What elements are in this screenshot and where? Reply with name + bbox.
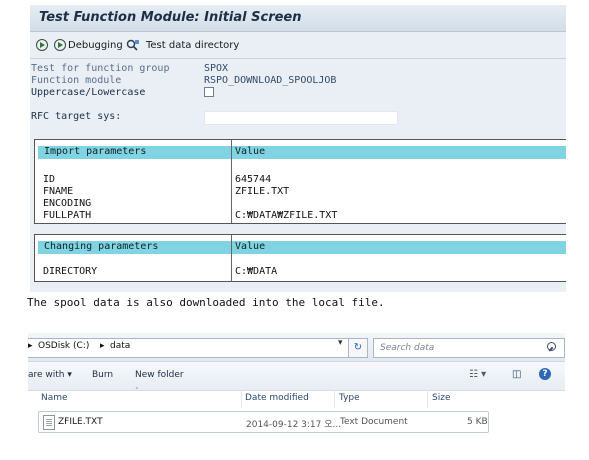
param-value-fullpath[interactable]: C:₩DATA₩ZFILE.TXT: [235, 210, 337, 221]
file-type: Text Document: [340, 417, 408, 427]
breadcrumb-folder[interactable]: data: [110, 341, 130, 351]
file-name: ZFILE.TXT: [58, 417, 103, 427]
param-value-directory[interactable]: C:₩DATA: [235, 266, 277, 277]
test-data-directory-button[interactable]: Test data directory: [126, 37, 239, 53]
file-size: 5 KB: [467, 417, 488, 427]
test-group-value[interactable]: SPOX: [204, 63, 228, 74]
burn-button[interactable]: Burn: [92, 370, 113, 380]
uppercase-label: Uppercase/Lowercase: [31, 87, 146, 98]
table-divider: [231, 140, 232, 223]
text-file-icon: [43, 415, 55, 430]
breadcrumb-separator-icon: ▸: [100, 341, 105, 351]
import-parameters-table: Import parameters Value ID 645744 FNAME …: [34, 139, 566, 224]
column-header-type[interactable]: Type: [339, 393, 360, 403]
debug-execute-icon: [54, 39, 66, 51]
function-module-value[interactable]: RSPO_DOWNLOAD_SPOOLJOB: [204, 75, 336, 86]
breadcrumb-disk[interactable]: OSDisk (C:): [38, 341, 89, 351]
test-data-icon: [126, 39, 139, 51]
uppercase-checkbox[interactable]: [204, 87, 214, 97]
share-with-button[interactable]: are with ▾: [28, 370, 72, 380]
help-icon[interactable]: ?: [539, 368, 551, 380]
debugging-button[interactable]: Debugging: [54, 37, 123, 53]
share-with-label: are with: [28, 370, 65, 380]
import-header-param: Import parameters: [44, 146, 147, 157]
rfc-target-input[interactable]: [204, 111, 398, 125]
refresh-icon: ↻: [353, 342, 363, 353]
import-table-header: Import parameters Value: [38, 146, 566, 159]
function-module-label: Function module: [31, 75, 122, 86]
view-options-icon[interactable]: ☷ ▾: [469, 369, 486, 380]
debugging-label: Debugging: [68, 39, 123, 51]
param-name-directory: DIRECTORY: [43, 266, 98, 277]
breadcrumb[interactable]: ▸ OSDisk (C:) ▸ data: [28, 338, 368, 358]
param-value-id[interactable]: 645744: [235, 174, 271, 185]
rfc-target-label: RFC target sys:: [31, 111, 122, 122]
search-icon[interactable]: [547, 342, 556, 351]
file-row[interactable]: ZFILE.TXT 2014-09-12 3:17 오... Text Docu…: [38, 411, 489, 433]
search-box: [373, 338, 565, 358]
column-separator[interactable]: [241, 390, 242, 408]
explorer-window: ▸ OSDisk (C:) ▸ data ▾ ↻ are with ▾ Burn…: [28, 333, 565, 453]
screen-title: Test Function Module: Initial Screen: [39, 10, 302, 25]
sap-window: Test Function Module: Initial Screen Deb…: [30, 5, 566, 292]
column-header-name[interactable]: Name: [41, 393, 68, 403]
column-header-size[interactable]: Size: [432, 393, 450, 403]
command-bar: are with ▾ Burn New folder ☷ ▾ ◫ ?: [28, 362, 565, 391]
column-header-date[interactable]: Date modified: [245, 393, 309, 403]
breadcrumb-separator-icon: ▸: [28, 341, 33, 351]
param-name-encoding: ENCODING: [43, 198, 92, 209]
changing-table-header: Changing parameters Value: [38, 241, 566, 254]
execute-button[interactable]: [36, 37, 50, 53]
changing-header-param: Changing parameters: [44, 241, 159, 252]
chevron-down-icon: ▾: [67, 370, 72, 380]
param-name-id: ID: [43, 174, 56, 185]
preview-pane-icon[interactable]: ◫: [512, 369, 521, 380]
new-folder-button[interactable]: New folder: [135, 370, 184, 380]
changing-header-value: Value: [235, 241, 266, 252]
sort-indicator-icon: ˄: [135, 387, 139, 395]
import-header-value: Value: [235, 146, 266, 157]
table-divider: [231, 235, 232, 281]
address-dropdown-icon[interactable]: ▾: [338, 338, 343, 348]
test-data-label: Test data directory: [146, 39, 240, 51]
changing-parameters-table: Changing parameters Value DIRECTORY C:₩D…: [34, 234, 566, 282]
execute-icon: [36, 39, 48, 51]
test-group-label: Test for function group: [31, 63, 170, 74]
column-separator[interactable]: [334, 390, 335, 408]
search-input[interactable]: [380, 341, 540, 355]
sap-title-bar: Test Function Module: Initial Screen: [30, 5, 566, 32]
refresh-button[interactable]: ↻: [348, 338, 368, 358]
address-bar: ▸ OSDisk (C:) ▸ data ▾ ↻: [28, 333, 565, 362]
column-separator[interactable]: [427, 390, 428, 408]
caption-text: The spool data is also downloaded into t…: [27, 296, 385, 309]
file-date: 2014-09-12 3:17 오...: [246, 420, 342, 430]
param-name-fullpath: FULLPATH: [43, 210, 92, 221]
param-name-fname: FNAME: [43, 186, 74, 197]
param-value-fname[interactable]: ZFILE.TXT: [235, 186, 289, 197]
sap-toolbar: Debugging Test data directory: [30, 32, 566, 59]
